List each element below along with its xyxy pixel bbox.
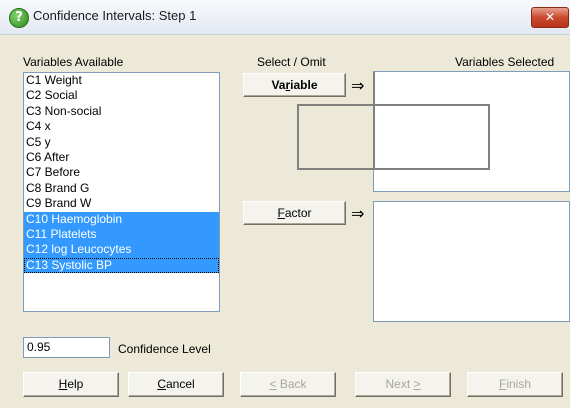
window-title: Confidence Intervals: Step 1 [33, 8, 197, 23]
list-item[interactable]: C7 Before [24, 165, 219, 180]
back-button[interactable]: < Back [240, 372, 336, 397]
list-item[interactable]: C4 x [24, 119, 219, 134]
list-item[interactable]: C5 y [24, 135, 219, 150]
finish-button-label-b: inish [506, 377, 532, 391]
variable-button-label-b: iable [290, 78, 318, 92]
list-item[interactable]: C13 Systolic BP [24, 257, 219, 274]
list-item[interactable]: C11 Platelets [24, 226, 219, 243]
list-item[interactable]: C12 log Leucocytes [24, 242, 219, 258]
factor-button-hotkey: F [277, 206, 285, 220]
list-item[interactable]: C2 Social [24, 88, 219, 103]
help-button[interactable]: Help [23, 372, 119, 397]
variable-button-label-a: Va [271, 78, 286, 92]
list-item[interactable]: C3 Non-social [24, 104, 219, 119]
drag-outline [297, 104, 490, 170]
list-item[interactable]: C1 Weight [24, 73, 219, 88]
variables-selected-label: Variables Selected [455, 55, 555, 69]
factor-button-label-b: actor [284, 206, 312, 220]
arrow-right-icon: ⇒ [351, 76, 365, 95]
arrow-right-icon: ⇒ [351, 204, 365, 223]
help-button-label-b: elp [67, 377, 84, 391]
back-button-hotkey: < [269, 377, 277, 391]
select-omit-label: Select / Omit [257, 55, 326, 69]
question-icon: ? [9, 8, 29, 28]
variables-available-list[interactable]: C1 Weight C2 Social C3 Non-social C4 x C5 yC… [23, 72, 220, 312]
list-item[interactable]: C9 Brand W [24, 196, 219, 211]
variables-available-label: Variables Available [23, 55, 124, 69]
close-button[interactable]: ✕ [531, 7, 569, 28]
dialog-window: ? Confidence Intervals: Step 1 ✕ Variabl… [0, 0, 570, 408]
confidence-level-input[interactable]: 0.95 [23, 337, 110, 358]
back-button-label-b: Back [276, 377, 307, 391]
finish-button[interactable]: Finish [467, 372, 563, 397]
next-button[interactable]: Next > [355, 372, 451, 397]
next-button-label-a: Next [385, 377, 414, 391]
variable-button[interactable]: Variable [243, 73, 346, 97]
list-item[interactable]: C6 After [24, 150, 219, 165]
title-bar[interactable]: ? Confidence Intervals: Step 1 ✕ [0, 0, 570, 35]
cancel-button[interactable]: Cancel [128, 372, 224, 397]
factor-selected-list[interactable] [373, 201, 570, 322]
cancel-button-hotkey: C [157, 377, 166, 391]
next-button-hotkey: > [413, 377, 421, 391]
cancel-button-label-b: ancel [165, 377, 195, 391]
factor-button[interactable]: Factor [243, 201, 346, 225]
list-item[interactable]: C10 Haemoglobin [24, 211, 219, 227]
confidence-level-label: Confidence Level [118, 342, 211, 356]
list-item[interactable]: C8 Brand G [24, 181, 219, 196]
